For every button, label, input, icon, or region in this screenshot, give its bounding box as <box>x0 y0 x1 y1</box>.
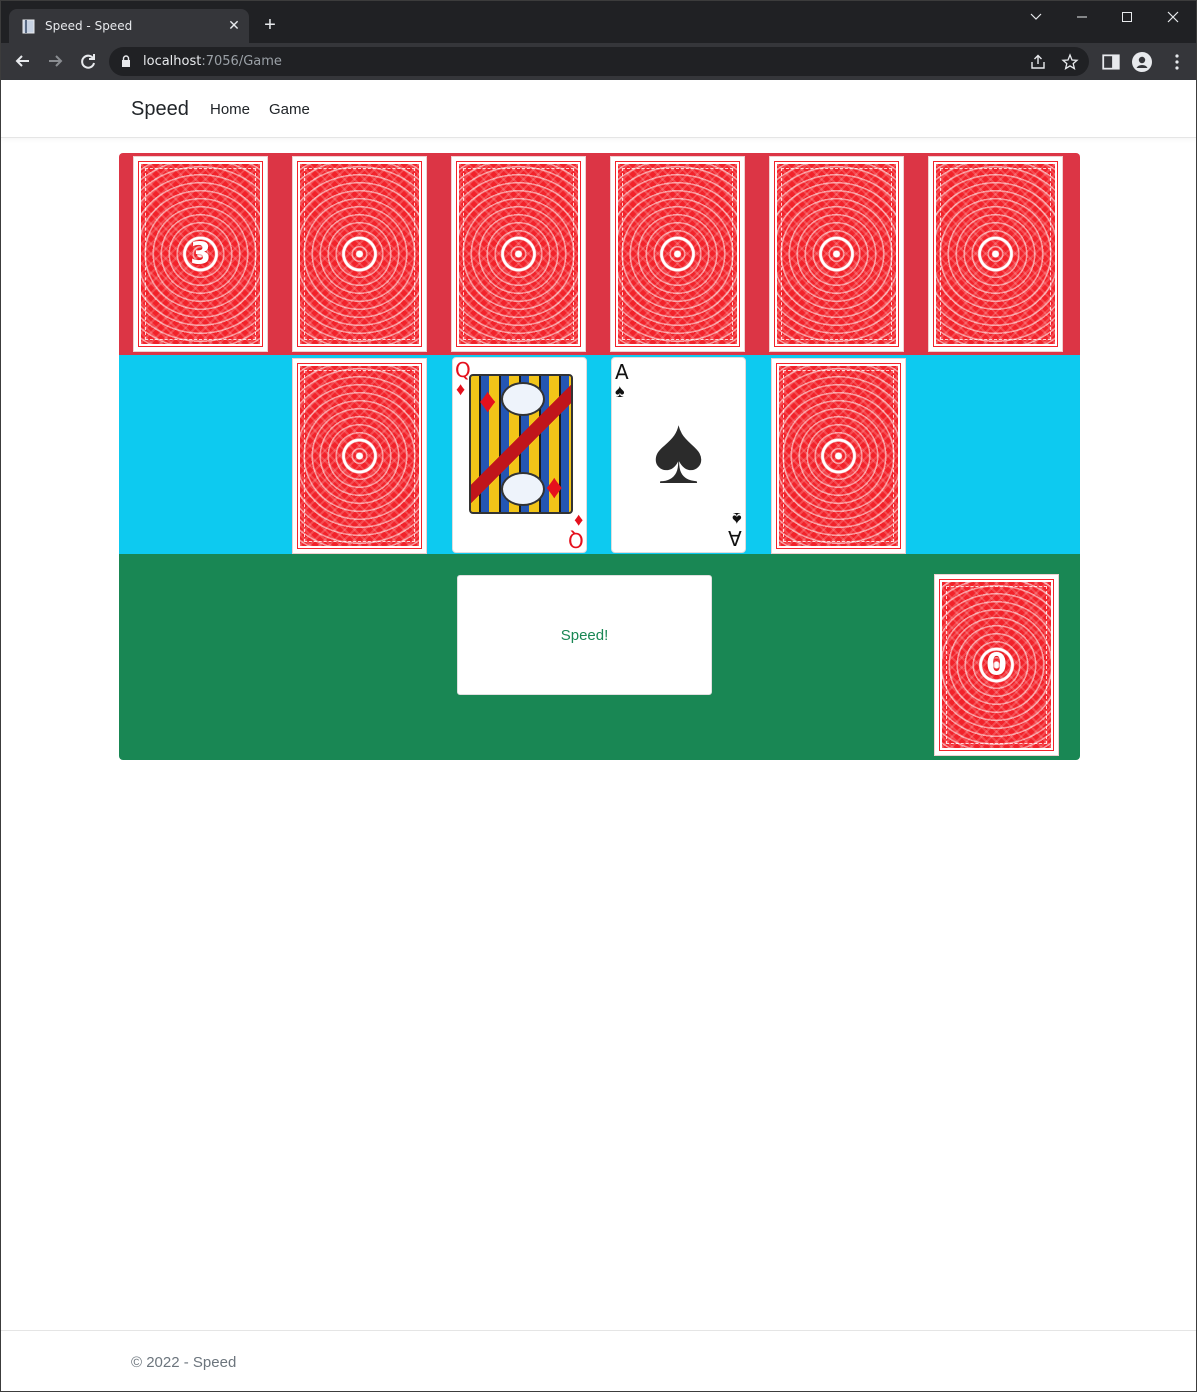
player-row: Speed! 0 <box>119 554 1080 760</box>
browser-tab[interactable]: Speed - Speed ✕ <box>9 9 249 43</box>
left-stock-pile[interactable] <box>292 358 427 554</box>
diamond-icon: ♦ <box>545 468 563 506</box>
kebab-menu-icon[interactable] <box>1167 52 1187 72</box>
address-bar[interactable]: localhost:7056/Game <box>109 47 1089 76</box>
share-icon[interactable] <box>1029 53 1047 71</box>
site-footer: © 2022 - Speed <box>1 1330 1196 1391</box>
opponent-hand-card <box>928 156 1063 352</box>
tab-close-icon[interactable]: ✕ <box>225 16 243 34</box>
right-stock-pile[interactable] <box>771 358 906 554</box>
url-text[interactable]: localhost:7056/Game <box>143 54 282 69</box>
right-play-pile-card[interactable]: A ♠ ♠ ♠ A <box>611 357 746 553</box>
maximize-icon[interactable] <box>1104 3 1150 31</box>
browser-window: Speed - Speed ✕ + localhost:7056/Game Sp… <box>0 0 1197 1392</box>
opponent-hand-card <box>451 156 586 352</box>
opponent-hand-card <box>769 156 904 352</box>
site-navbar: Speed Home Game <box>1 80 1196 138</box>
brand-link[interactable]: Speed <box>131 98 189 121</box>
opponent-hand-card <box>292 156 427 352</box>
back-arrow-icon[interactable] <box>13 51 33 71</box>
lock-icon[interactable] <box>121 55 131 68</box>
left-play-pile-card[interactable]: Q ♦ ♦ ♦ ♦ Q <box>452 357 587 553</box>
browser-toolbar: localhost:7056/Game <box>1 43 1196 80</box>
side-panel-icon[interactable] <box>1101 52 1121 72</box>
url-path: :7056/Game <box>201 54 282 69</box>
diamond-icon: ♦ <box>456 379 466 399</box>
card-rank: A <box>615 360 629 384</box>
opponent-row: 3 <box>119 153 1080 355</box>
reload-icon[interactable] <box>78 51 98 71</box>
player-draw-count: 0 <box>986 647 1007 683</box>
url-host: localhost <box>143 54 202 69</box>
page-favicon-icon <box>22 19 35 34</box>
opponent-draw-pile: 3 <box>133 156 268 352</box>
bookmark-star-icon[interactable] <box>1061 53 1079 71</box>
diamond-icon: ♦ <box>479 382 497 420</box>
nav-link-game[interactable]: Game <box>269 101 310 118</box>
new-tab-icon[interactable]: + <box>260 15 280 35</box>
speed-button[interactable]: Speed! <box>457 575 712 695</box>
footer-copyright: © 2022 - Speed <box>131 1354 237 1371</box>
center-row: Q ♦ ♦ ♦ ♦ Q A ♠ ♠ ♠ A <box>119 355 1080 554</box>
profile-avatar-icon[interactable] <box>1132 52 1152 72</box>
queen-portrait-icon: ♦ ♦ <box>469 374 573 514</box>
browser-titlebar: Speed - Speed ✕ + <box>1 1 1196 43</box>
card-rank: Q <box>568 528 584 552</box>
player-draw-pile[interactable]: 0 <box>934 574 1059 756</box>
card-rank: A <box>728 526 742 550</box>
nav-link-home[interactable]: Home <box>210 101 250 118</box>
forward-arrow-icon[interactable] <box>45 51 65 71</box>
close-window-icon[interactable] <box>1150 3 1196 31</box>
opponent-draw-count: 3 <box>190 236 211 272</box>
spade-icon: ♠ <box>653 397 704 504</box>
minimize-icon[interactable] <box>1059 3 1105 31</box>
tab-search-chevron-icon[interactable] <box>1013 3 1059 31</box>
opponent-hand-card <box>610 156 745 352</box>
tab-title: Speed - Speed <box>45 19 133 33</box>
